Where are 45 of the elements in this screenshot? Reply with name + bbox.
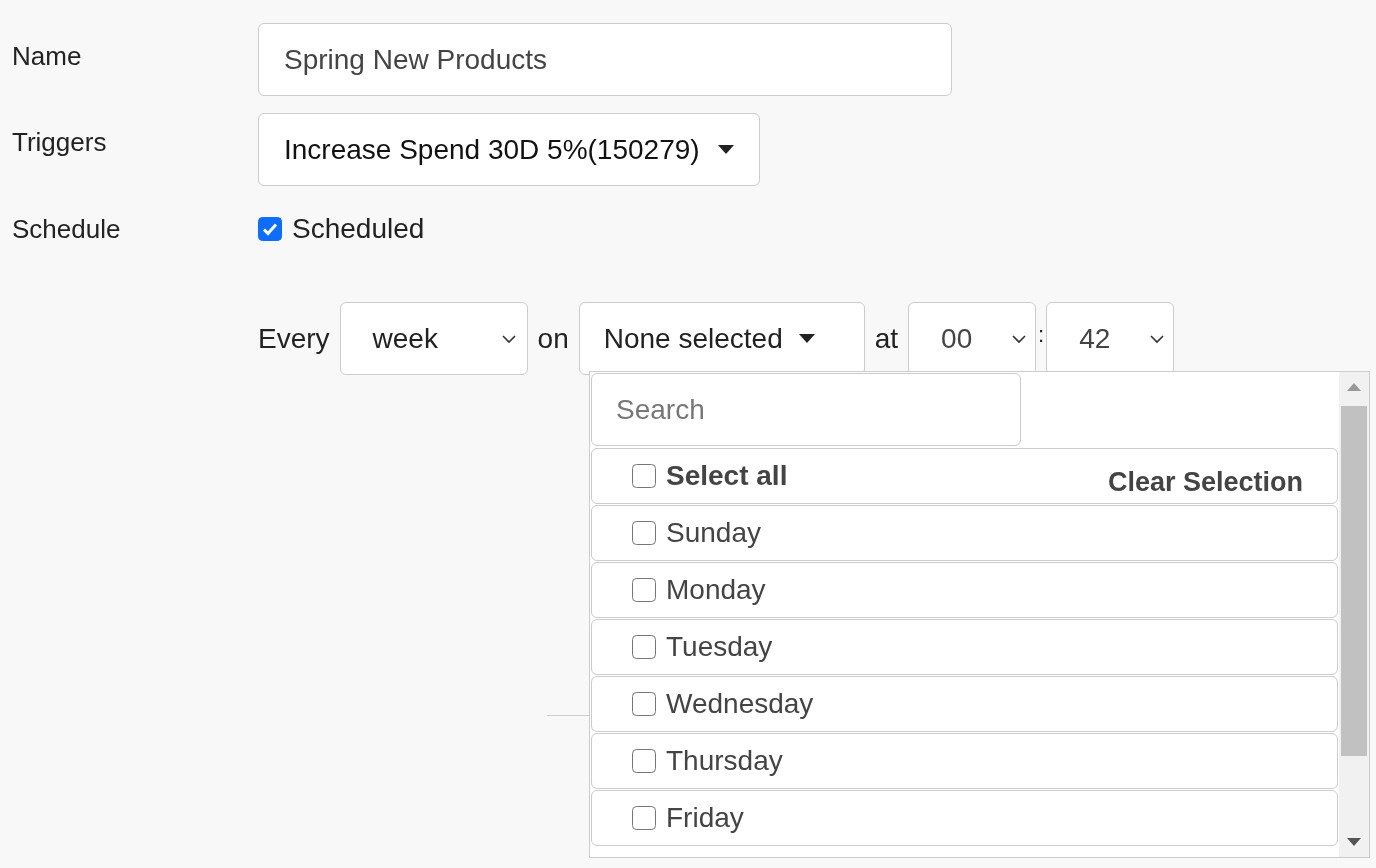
field-label: Name — [12, 40, 83, 73]
every-label: Every — [258, 322, 330, 356]
triggers-dropdown[interactable]: Increase Spend 30D 5%(150279) — [258, 113, 760, 186]
days-dropdown[interactable]: None selected — [578, 302, 865, 375]
checkbox[interactable] — [632, 692, 656, 716]
caret-icon — [717, 144, 734, 155]
clear-selection-button[interactable]: Clear Selection — [1107, 449, 1303, 503]
checked-checkbox[interactable] — [258, 217, 282, 241]
day-option[interactable]: Tuesday — [591, 619, 1338, 675]
period-select[interactable]: week — [339, 302, 528, 375]
day-option[interactable]: Sunday — [591, 505, 1338, 561]
scroll-down-icon[interactable] — [1347, 837, 1361, 847]
day-label: Sunday — [666, 516, 761, 550]
checkbox-label: Scheduled — [292, 212, 425, 246]
checkbox[interactable] — [632, 578, 656, 602]
field-label: Triggers — [12, 126, 108, 159]
time-separator: : — [1038, 321, 1045, 349]
checkbox[interactable] — [632, 806, 656, 830]
select-all-label: Select all — [666, 459, 788, 493]
day-label: Tuesday — [666, 630, 773, 664]
caret-icon — [798, 333, 815, 344]
day-label: Thursday — [666, 744, 783, 778]
checkbox[interactable] — [632, 749, 656, 773]
field-label: Schedule — [12, 212, 122, 246]
search-field[interactable]: Search — [591, 373, 1021, 446]
chevron-icon — [1011, 333, 1028, 344]
scroll-up-icon[interactable] — [1347, 382, 1361, 392]
day-label: Monday — [666, 573, 766, 607]
chevron-icon — [500, 333, 517, 344]
chevron-icon — [1149, 333, 1166, 344]
day-option[interactable]: Monday — [591, 562, 1338, 618]
name-field[interactable]: Spring New Products — [258, 23, 952, 96]
day-label: Wednesday — [666, 687, 814, 721]
at-label: at — [874, 322, 899, 356]
checkbox[interactable] — [632, 464, 656, 488]
day-option[interactable]: Wednesday — [591, 676, 1338, 732]
day-option[interactable]: Thursday — [591, 733, 1338, 789]
select-all-row[interactable]: Select all Clear Selection — [591, 448, 1338, 504]
checkbox[interactable] — [632, 521, 656, 545]
day-label: Friday — [666, 801, 744, 835]
scrollbar-thumb[interactable] — [1341, 406, 1367, 756]
day-option[interactable]: Friday — [591, 790, 1338, 846]
scrollbar[interactable] — [1339, 372, 1369, 857]
checkbox[interactable] — [632, 635, 656, 659]
on-label: on — [537, 322, 569, 356]
